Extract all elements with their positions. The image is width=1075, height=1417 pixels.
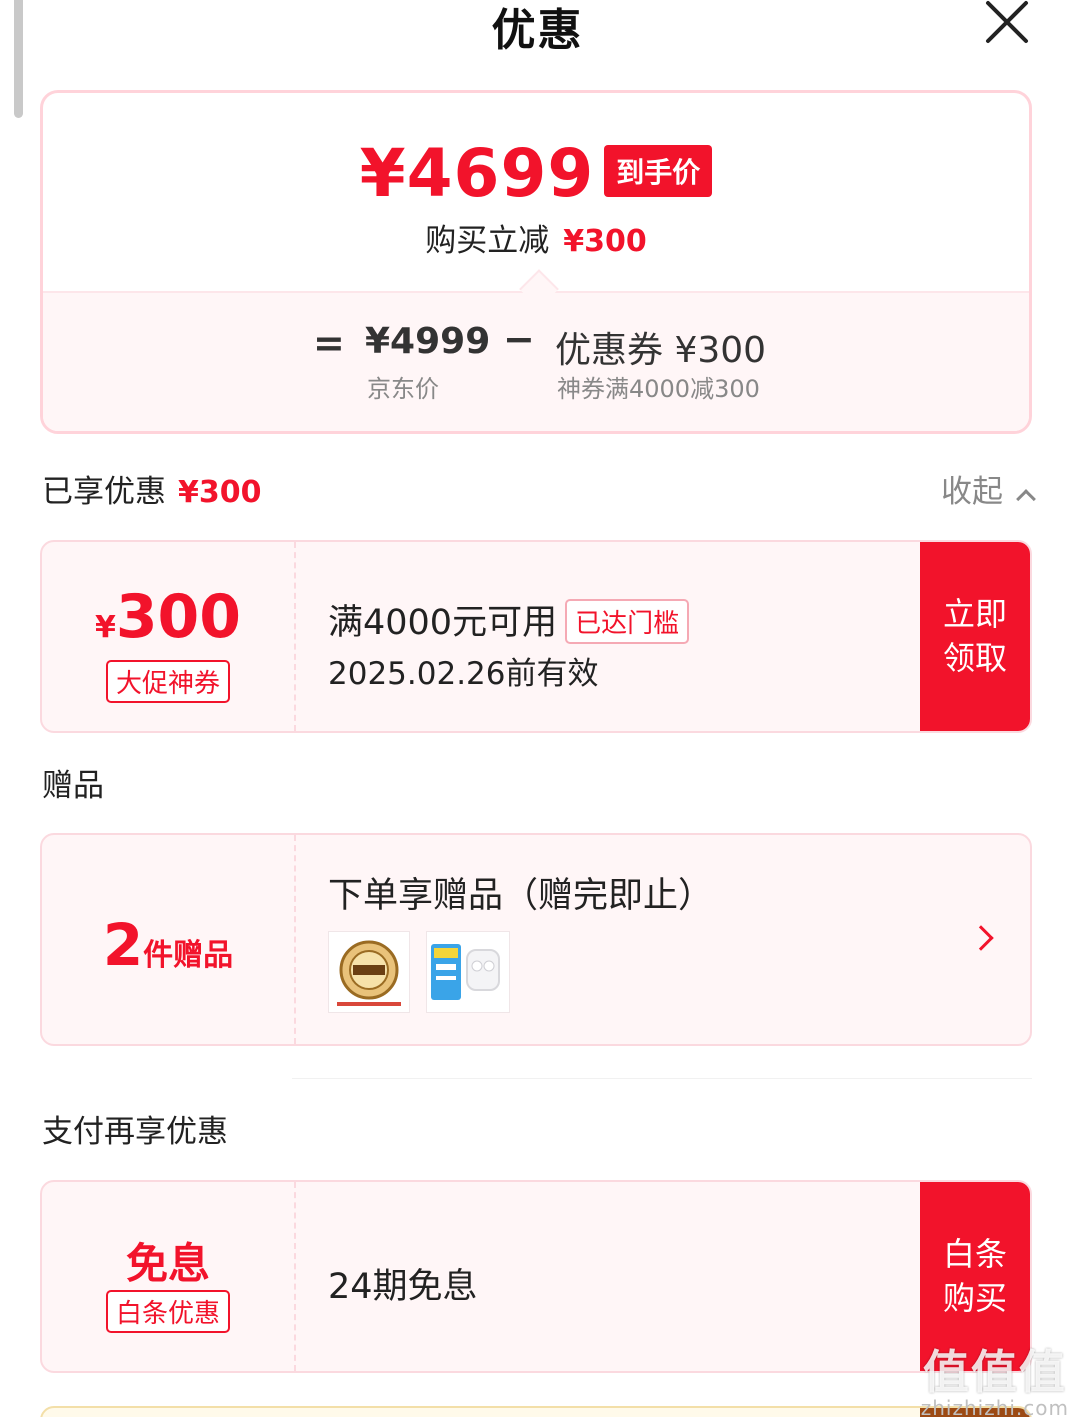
minus-sign: − [503,317,535,361]
gift-count-panel: 2件赠品 [42,835,294,1044]
gift-card[interactable]: 2件赠品 下单享赠品（赠完即止） [40,833,1032,1046]
save-label: 购买立减 [425,223,550,259]
coupon-amount: 优惠券 ¥300 [555,330,767,371]
coupon-currency: ¥ [94,610,116,645]
coupon-card: ¥300 大促神券 满4000元可用 已达门槛 2025.02.26前有效 立即 … [40,540,1032,733]
enjoyed-amount: ¥300 [178,475,262,510]
gift-count-label: 件赠品 [143,938,234,973]
coupon-type-badge: 大促神券 [105,660,230,703]
next-offer-card[interactable] [40,1406,1032,1417]
claim-line-2: 领取 [942,638,1007,677]
final-price-tag: 到手价 [604,144,713,197]
section-separator [292,1078,1032,1079]
payment-section-title: 支付再享优惠 [42,1114,228,1150]
page-title: 优惠 [491,5,584,56]
equals-sign: = [313,321,345,365]
gift-count-number: 2 [102,911,144,979]
gift-title: 下单享赠品（赠完即止） [328,876,714,916]
coupon-condition-row: 满4000元可用 已达门槛 [328,594,690,645]
modal-header: 优惠 [0,0,1075,60]
collapse-button[interactable]: 收起 [941,466,1036,511]
chevron-up-icon [1016,489,1036,509]
enjoyed-label: 已享优惠 [42,474,166,510]
price-formula: = ¥4999 京东价 − 优惠券 ¥300 神券满4000减300 [43,317,1029,421]
gift-count: 2件赠品 [42,911,294,979]
threshold-tag: 已达门槛 [565,598,690,644]
buy-line-2: 购买 [942,1278,1007,1317]
coupon-desc: 神券满4000减300 [557,375,760,403]
watermark: 值值值 zhizhizhi.com [921,1336,1069,1417]
price-summary-card: ¥4699 到手价 购买立减 ¥300 = ¥4999 京东价 − 优惠券 ¥300… [40,90,1032,434]
enjoyed-header: 已享优惠 ¥300 [42,466,262,511]
gift-thumbnail-earbuds[interactable] [426,931,510,1013]
coupon-expiry: 2025.02.26前有效 [328,656,599,692]
buy-line-1: 白条 [942,1235,1007,1274]
close-icon[interactable] [984,0,1030,44]
save-row: 购买立减 ¥300 [43,215,1029,260]
claim-line-1: 立即 [942,595,1007,634]
payment-card: 免息 白条优惠 24期免息 白条 购买 [40,1180,1032,1373]
coupon-number: 300 [115,582,242,652]
chevron-right-icon[interactable] [968,925,994,951]
claim-coupon-button[interactable]: 立即 领取 [920,542,1030,731]
watermark-url: zhizhizhi.com [920,1396,1069,1417]
installment-desc: 24期免息 [328,1267,478,1307]
jd-price: ¥4999 [365,321,491,362]
save-amount: ¥300 [563,224,647,259]
payment-label-panel: 免息 白条优惠 [42,1182,294,1371]
baitiao-badge: 白条优惠 [105,1290,230,1333]
coupon-condition: 满4000元可用 [328,603,558,643]
gifts-section-title: 赠品 [42,768,104,804]
interest-free-label: 免息 [125,1239,210,1288]
watermark-logo: 值值值 [922,1345,1067,1399]
final-price-row: ¥4699 到手价 [43,135,1029,212]
card-divider [294,1182,296,1371]
jd-price-label: 京东价 [367,375,439,403]
card-divider [294,542,296,731]
card-divider [294,835,296,1044]
collapse-label: 收起 [941,474,1003,510]
coupon-value: ¥300 [42,582,294,652]
gift-thumbnail-warranty[interactable] [328,931,410,1013]
coupon-value-panel: ¥300 大促神券 [42,542,294,731]
final-price: ¥4699 [359,135,595,212]
